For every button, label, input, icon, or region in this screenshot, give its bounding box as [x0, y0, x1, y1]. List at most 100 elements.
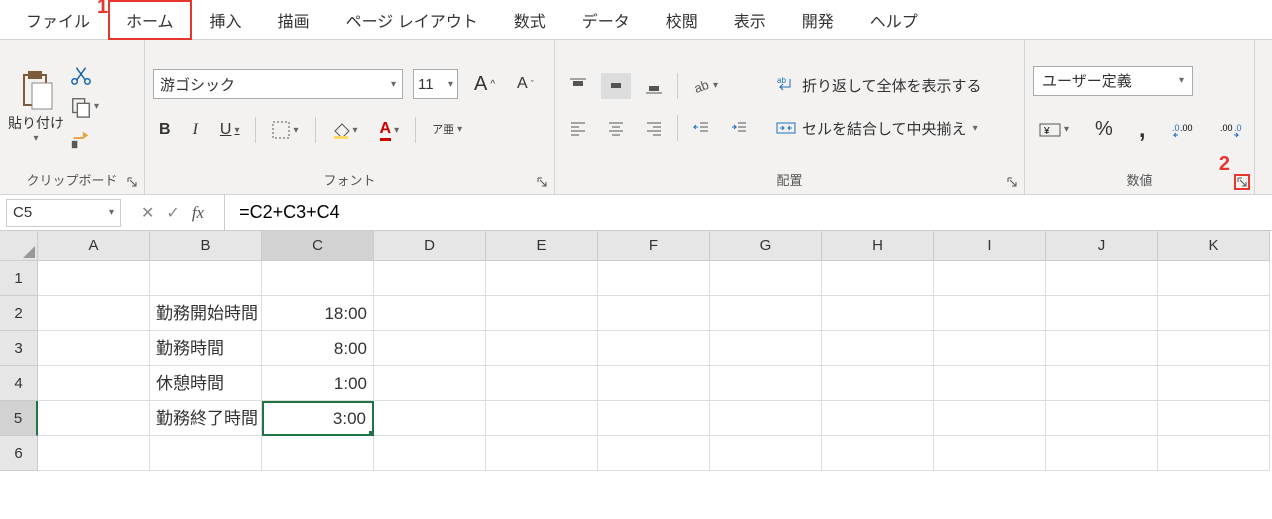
col-header-G[interactable]: G	[710, 231, 822, 261]
cell-B4[interactable]: 休憩時間	[150, 366, 262, 401]
cell-B5[interactable]: 勤務終了時間	[150, 401, 262, 436]
select-all-corner[interactable]	[0, 231, 38, 261]
number-dialog-launcher[interactable]	[1234, 174, 1250, 190]
align-middle-button[interactable]	[601, 73, 631, 99]
tab-home[interactable]: ホーム	[108, 0, 192, 40]
increase-decimal-button[interactable]: .0.00	[1166, 117, 1200, 143]
tab-page-layout[interactable]: ページ レイアウト	[328, 0, 496, 40]
clipboard-dialog-launcher[interactable]	[124, 174, 140, 190]
cell-C1[interactable]	[262, 261, 374, 296]
cell-F5[interactable]	[598, 401, 710, 436]
cell-E6[interactable]	[486, 436, 598, 471]
fill-color-button[interactable]: ▾	[326, 117, 364, 143]
cell-I4[interactable]	[934, 366, 1046, 401]
italic-button[interactable]: I	[187, 117, 204, 143]
cell-I6[interactable]	[934, 436, 1046, 471]
cell-A3[interactable]	[38, 331, 150, 366]
cell-C5[interactable]: 3:00	[262, 401, 374, 436]
cell-G3[interactable]	[710, 331, 822, 366]
cell-H4[interactable]	[822, 366, 934, 401]
cell-D3[interactable]	[374, 331, 486, 366]
bold-button[interactable]: B	[153, 117, 177, 143]
comma-button[interactable]: ,	[1133, 112, 1152, 148]
merge-center-button[interactable]: セルを結合して中央揃え ▾	[770, 114, 988, 143]
cell-B3[interactable]: 勤務時間	[150, 331, 262, 366]
percent-button[interactable]: %	[1089, 114, 1119, 145]
cell-C4[interactable]: 1:00	[262, 366, 374, 401]
col-header-B[interactable]: B	[150, 231, 262, 261]
row-header-1[interactable]: 1	[0, 261, 38, 296]
cell-D1[interactable]	[374, 261, 486, 296]
cell-E1[interactable]	[486, 261, 598, 296]
align-center-button[interactable]	[601, 115, 631, 141]
phonetic-button[interactable]: ア亜 ▾	[426, 121, 468, 140]
cell-K2[interactable]	[1158, 296, 1270, 331]
cell-G2[interactable]	[710, 296, 822, 331]
font-size-select[interactable]: 11▾	[413, 69, 458, 99]
increase-font-button[interactable]: A^	[468, 69, 501, 100]
cell-I5[interactable]	[934, 401, 1046, 436]
cell-F1[interactable]	[598, 261, 710, 296]
cell-D4[interactable]	[374, 366, 486, 401]
decrease-font-button[interactable]: Aˇ	[511, 71, 540, 97]
insert-function-icon[interactable]: fx	[192, 203, 204, 223]
underline-button[interactable]: U ▾	[214, 117, 246, 143]
tab-review[interactable]: 校閲	[648, 0, 716, 40]
cell-I2[interactable]	[934, 296, 1046, 331]
tab-insert[interactable]: 挿入	[192, 0, 260, 40]
cell-C3[interactable]: 8:00	[262, 331, 374, 366]
align-top-button[interactable]	[563, 73, 593, 99]
col-header-J[interactable]: J	[1046, 231, 1158, 261]
cut-icon[interactable]	[70, 64, 92, 86]
cell-J6[interactable]	[1046, 436, 1158, 471]
paste-button[interactable]: 貼り付け ▾	[8, 69, 64, 144]
cell-D2[interactable]	[374, 296, 486, 331]
cell-A6[interactable]	[38, 436, 150, 471]
cell-K1[interactable]	[1158, 261, 1270, 296]
cell-D6[interactable]	[374, 436, 486, 471]
cell-K3[interactable]	[1158, 331, 1270, 366]
cell-B1[interactable]	[150, 261, 262, 296]
font-name-select[interactable]: 游ゴシック▾	[153, 69, 403, 99]
tab-formulas[interactable]: 数式	[496, 0, 564, 40]
col-header-F[interactable]: F	[598, 231, 710, 261]
align-bottom-button[interactable]	[639, 73, 669, 99]
cell-H3[interactable]	[822, 331, 934, 366]
decrease-decimal-button[interactable]: .00.0	[1214, 117, 1248, 143]
cell-A4[interactable]	[38, 366, 150, 401]
cell-J3[interactable]	[1046, 331, 1158, 366]
font-color-button[interactable]: A ▾	[374, 116, 406, 145]
cell-I3[interactable]	[934, 331, 1046, 366]
cell-F6[interactable]	[598, 436, 710, 471]
borders-button[interactable]: ▾	[266, 117, 304, 143]
increase-indent-button[interactable]	[724, 115, 754, 141]
tab-developer[interactable]: 開発	[784, 0, 852, 40]
col-header-H[interactable]: H	[822, 231, 934, 261]
tab-help[interactable]: ヘルプ	[852, 0, 936, 40]
cell-C2[interactable]: 18:00	[262, 296, 374, 331]
cell-J4[interactable]	[1046, 366, 1158, 401]
cell-J5[interactable]	[1046, 401, 1158, 436]
cell-D5[interactable]	[374, 401, 486, 436]
col-header-I[interactable]: I	[934, 231, 1046, 261]
col-header-C[interactable]: C	[262, 231, 374, 261]
align-left-button[interactable]	[563, 115, 593, 141]
row-header-4[interactable]: 4	[0, 366, 38, 401]
tab-view[interactable]: 表示	[716, 0, 784, 40]
decrease-indent-button[interactable]	[686, 115, 716, 141]
format-painter-icon[interactable]	[70, 128, 92, 150]
cell-G5[interactable]	[710, 401, 822, 436]
col-header-K[interactable]: K	[1158, 231, 1270, 261]
row-header-3[interactable]: 3	[0, 331, 38, 366]
col-header-D[interactable]: D	[374, 231, 486, 261]
col-header-A[interactable]: A	[38, 231, 150, 261]
cell-F3[interactable]	[598, 331, 710, 366]
cell-E3[interactable]	[486, 331, 598, 366]
formula-input[interactable]	[224, 195, 1272, 230]
orientation-button[interactable]: ab ▾	[686, 73, 724, 99]
cell-H5[interactable]	[822, 401, 934, 436]
font-dialog-launcher[interactable]	[534, 174, 550, 190]
alignment-dialog-launcher[interactable]	[1004, 174, 1020, 190]
cancel-formula-icon[interactable]: ✕	[141, 203, 154, 223]
cell-G1[interactable]	[710, 261, 822, 296]
